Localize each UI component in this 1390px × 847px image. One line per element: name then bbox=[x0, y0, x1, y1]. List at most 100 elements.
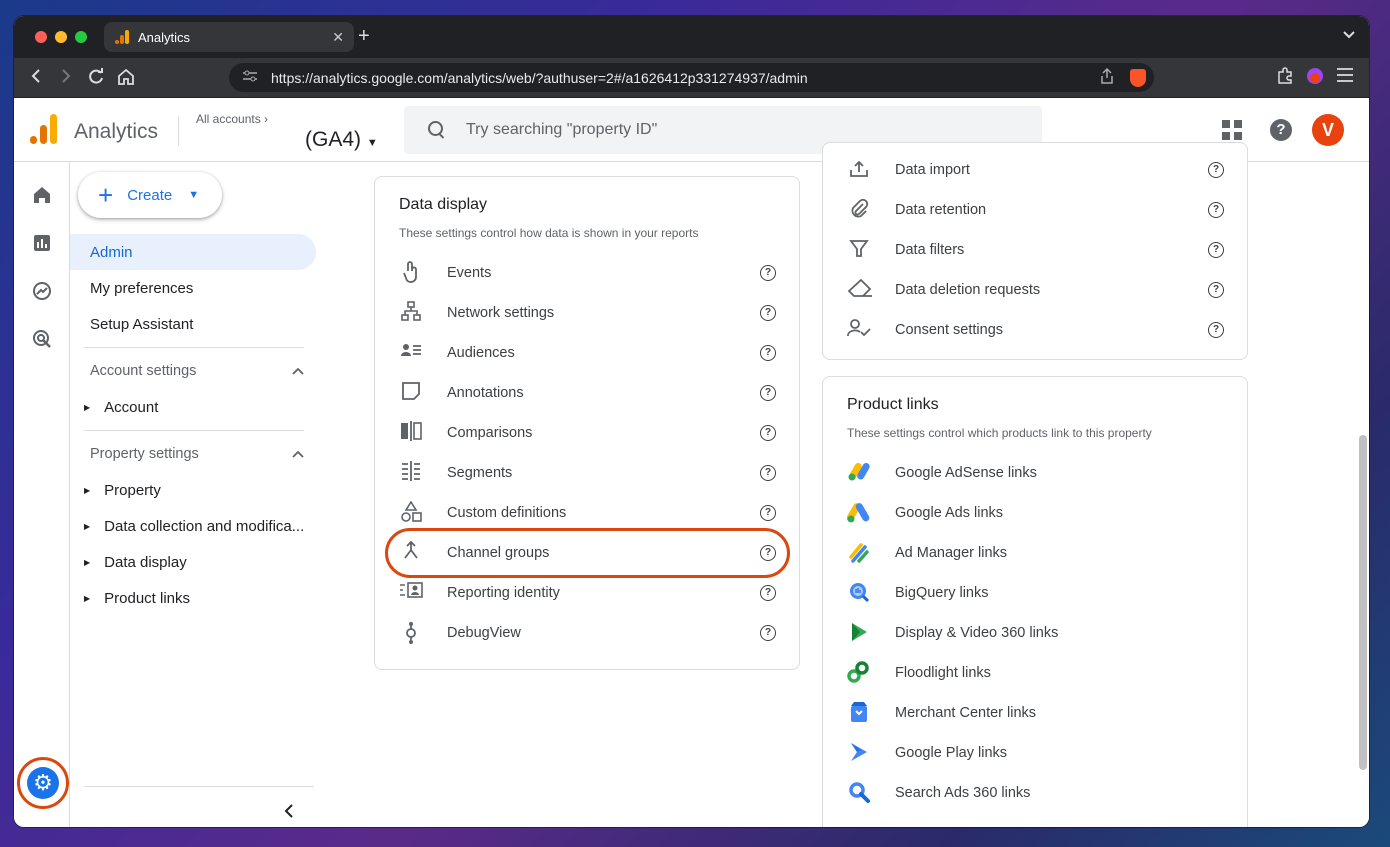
profile-icon[interactable] bbox=[1306, 67, 1324, 90]
tab-close-icon[interactable]: ✕ bbox=[332, 29, 344, 46]
header-divider bbox=[178, 116, 179, 146]
home-icon[interactable] bbox=[116, 68, 136, 91]
row-label: BigQuery links bbox=[895, 585, 989, 601]
settings-row-search-ads-360-links[interactable]: Search Ads 360 links bbox=[847, 773, 1224, 813]
settings-row-ad-manager-links[interactable]: Ad Manager links bbox=[847, 533, 1224, 573]
help-circle-icon[interactable]: ? bbox=[760, 345, 776, 361]
address-bar[interactable]: https://analytics.google.com/analytics/w… bbox=[229, 63, 1154, 92]
dv360-icon bbox=[847, 621, 871, 645]
section-label: Account settings bbox=[90, 363, 197, 379]
browser-menu-icon[interactable] bbox=[1336, 67, 1354, 88]
property-selector[interactable]: (GA4) ▼ bbox=[305, 128, 378, 152]
settings-row-annotations[interactable]: Annotations? bbox=[399, 373, 776, 413]
help-circle-icon[interactable]: ? bbox=[1208, 162, 1224, 178]
nav-sub-product-links[interactable]: ▶ Product links bbox=[84, 590, 190, 607]
card-title: Data display bbox=[399, 196, 488, 213]
nav-sub-property[interactable]: ▶ Property bbox=[84, 482, 161, 499]
help-circle-icon[interactable]: ? bbox=[760, 265, 776, 281]
avatar[interactable]: V bbox=[1312, 114, 1344, 146]
settings-row-custom-definitions[interactable]: Custom definitions? bbox=[399, 493, 776, 533]
nav-sub-data-collection[interactable]: ▶ Data collection and modifica... bbox=[84, 518, 304, 535]
search-icon bbox=[428, 121, 446, 139]
settings-row-segments[interactable]: Segments? bbox=[399, 453, 776, 493]
settings-row-merchant-center-links[interactable]: Merchant Center links bbox=[847, 693, 1224, 733]
help-circle-icon[interactable]: ? bbox=[760, 465, 776, 481]
settings-row-audiences[interactable]: Audiences? bbox=[399, 333, 776, 373]
tab-menu-chevron-icon[interactable] bbox=[1343, 28, 1355, 42]
merge-icon bbox=[399, 540, 423, 565]
chevron-up-icon bbox=[292, 363, 304, 379]
new-tab-button[interactable]: + bbox=[358, 25, 370, 48]
plus-icon: + bbox=[98, 180, 114, 210]
nav-item-setup-assistant[interactable]: Setup Assistant bbox=[70, 306, 316, 342]
extensions-icon[interactable] bbox=[1276, 67, 1294, 90]
settings-row-google-ads-links[interactable]: Google Ads links bbox=[846, 493, 1224, 533]
settings-row-events[interactable]: Events? bbox=[399, 253, 776, 293]
settings-row-reporting-identity[interactable]: Reporting identity? bbox=[399, 573, 776, 613]
settings-row-channel-groups[interactable]: Channel groups? bbox=[399, 533, 776, 573]
bigquery-icon bbox=[847, 581, 871, 605]
reports-icon[interactable] bbox=[31, 232, 53, 254]
create-button[interactable]: + Create ▼ bbox=[78, 172, 222, 218]
settings-row-comparisons[interactable]: Comparisons? bbox=[399, 413, 776, 453]
close-window-button[interactable] bbox=[35, 31, 47, 43]
back-icon[interactable] bbox=[26, 68, 46, 89]
settings-row-data-import[interactable]: Data import? bbox=[847, 150, 1224, 190]
settings-row-floodlight-links[interactable]: Floodlight links bbox=[847, 653, 1224, 693]
help-circle-icon[interactable]: ? bbox=[760, 505, 776, 521]
share-icon[interactable] bbox=[1100, 67, 1114, 87]
help-circle-icon[interactable]: ? bbox=[760, 425, 776, 441]
help-circle-icon[interactable]: ? bbox=[1208, 202, 1224, 218]
row-label: Segments bbox=[447, 465, 513, 481]
row-label: Events bbox=[447, 265, 492, 281]
help-circle-icon[interactable]: ? bbox=[760, 305, 776, 321]
nav-sub-data-display[interactable]: ▶ Data display bbox=[84, 554, 187, 571]
search-input[interactable]: Try searching "property ID" bbox=[466, 121, 657, 139]
help-circle-icon[interactable]: ? bbox=[760, 545, 776, 561]
minimize-window-button[interactable] bbox=[55, 31, 67, 43]
settings-row-bigquery-links[interactable]: BigQuery links bbox=[847, 573, 1224, 613]
help-circle-icon[interactable]: ? bbox=[1208, 322, 1224, 338]
help-icon[interactable]: ? bbox=[1270, 119, 1292, 141]
settings-row-display-video-360-links[interactable]: Display & Video 360 links bbox=[847, 613, 1224, 653]
settings-row-consent-settings[interactable]: Consent settings? bbox=[847, 310, 1224, 350]
forward-icon[interactable] bbox=[56, 68, 76, 89]
settings-row-google-play-links[interactable]: Google Play links bbox=[847, 733, 1224, 773]
collapse-nav-chevron-icon[interactable] bbox=[284, 802, 294, 825]
help-circle-icon[interactable]: ? bbox=[760, 585, 776, 601]
property-settings-section[interactable]: Property settings bbox=[90, 446, 304, 462]
site-settings-icon[interactable] bbox=[243, 70, 257, 85]
nav-divider bbox=[84, 347, 304, 348]
page-content: ⚙ + Create ▼ Admin My preferences Setup … bbox=[14, 142, 1369, 827]
home-nav-icon[interactable] bbox=[31, 184, 53, 206]
page-scrollbar[interactable] bbox=[1359, 435, 1367, 770]
settings-row-debugview[interactable]: DebugView? bbox=[399, 613, 776, 653]
all-accounts-link[interactable]: All accounts › bbox=[196, 112, 268, 126]
maximize-window-button[interactable] bbox=[75, 31, 87, 43]
account-settings-section[interactable]: Account settings bbox=[90, 363, 304, 379]
explore-icon[interactable] bbox=[31, 280, 53, 302]
advertising-icon[interactable] bbox=[31, 328, 53, 350]
row-label: Network settings bbox=[447, 305, 555, 321]
google-analytics-logo[interactable] bbox=[30, 114, 58, 144]
apps-grid-icon[interactable] bbox=[1222, 120, 1242, 140]
settings-row-google-adsense-links[interactable]: Google AdSense links bbox=[847, 453, 1224, 493]
browser-tab[interactable]: Analytics ✕ bbox=[104, 22, 354, 52]
help-circle-icon[interactable]: ? bbox=[760, 625, 776, 641]
settings-row-network-settings[interactable]: Network settings? bbox=[399, 293, 776, 333]
tab-strip: Analytics ✕ + bbox=[14, 16, 1369, 58]
settings-row-data-filters[interactable]: Data filters? bbox=[847, 230, 1224, 270]
help-circle-icon[interactable]: ? bbox=[1208, 242, 1224, 258]
admin-gear-icon[interactable]: ⚙ bbox=[27, 767, 59, 799]
row-label: Custom definitions bbox=[447, 505, 567, 521]
nav-item-admin[interactable]: Admin bbox=[70, 234, 316, 270]
nav-sub-account[interactable]: ▶ Account bbox=[84, 399, 158, 416]
triangle-right-icon: ▶ bbox=[84, 486, 91, 495]
help-circle-icon[interactable]: ? bbox=[1208, 282, 1224, 298]
settings-row-data-deletion-requests[interactable]: Data deletion requests? bbox=[847, 270, 1224, 310]
nav-item-my-preferences[interactable]: My preferences bbox=[70, 270, 316, 306]
settings-row-data-retention[interactable]: Data retention? bbox=[847, 190, 1224, 230]
help-circle-icon[interactable]: ? bbox=[760, 385, 776, 401]
brave-shield-icon[interactable] bbox=[1130, 68, 1146, 87]
reload-icon[interactable] bbox=[86, 68, 106, 91]
